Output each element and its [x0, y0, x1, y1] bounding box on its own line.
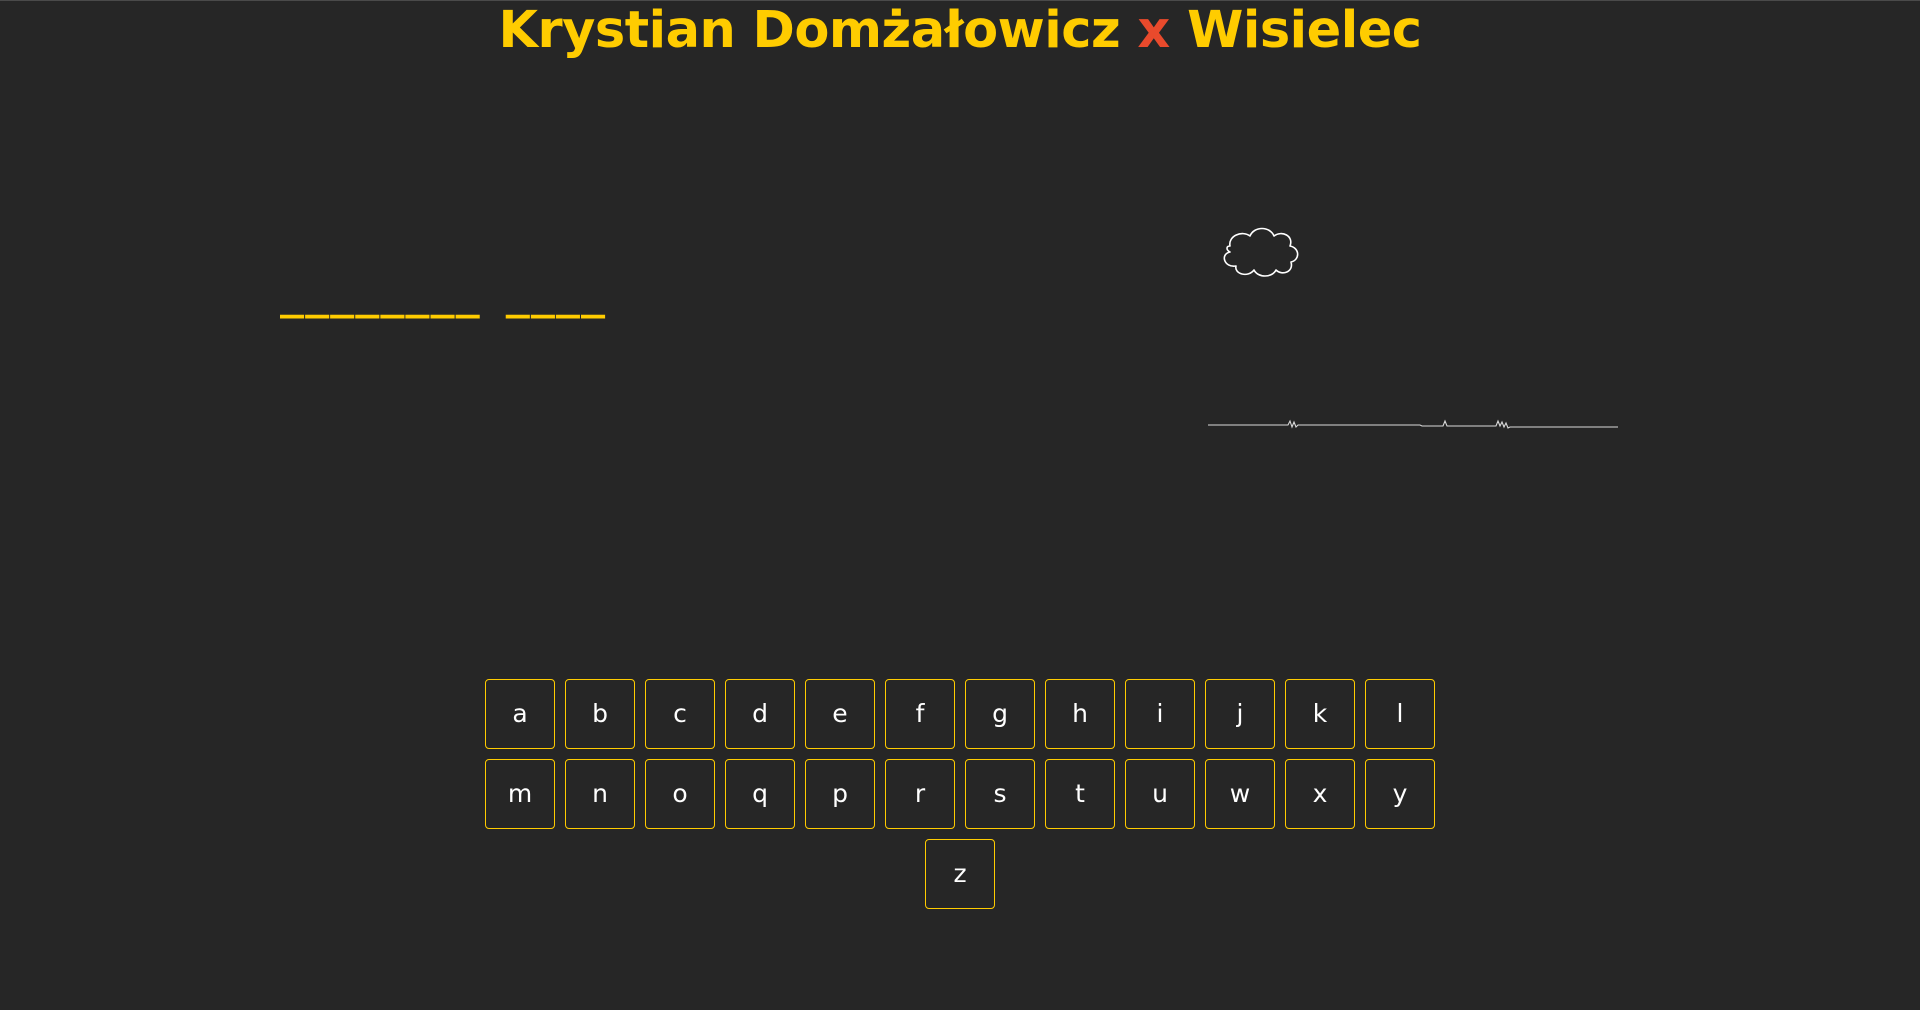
keyboard-row-3: z	[485, 839, 1435, 909]
title-separator: x	[1137, 1, 1170, 60]
letter-key-l[interactable]: l	[1365, 679, 1435, 749]
letter-key-a[interactable]: a	[485, 679, 555, 749]
letter-key-x[interactable]: x	[1285, 759, 1355, 829]
letter-key-r[interactable]: r	[885, 759, 955, 829]
letter-key-g[interactable]: g	[965, 679, 1035, 749]
letter-key-c[interactable]: c	[645, 679, 715, 749]
letter-key-z[interactable]: z	[925, 839, 995, 909]
letter-key-f[interactable]: f	[885, 679, 955, 749]
letter-key-k[interactable]: k	[1285, 679, 1355, 749]
letter-key-y[interactable]: y	[1365, 759, 1435, 829]
letter-key-t[interactable]: t	[1045, 759, 1115, 829]
letter-key-w[interactable]: w	[1205, 759, 1275, 829]
letter-key-j[interactable]: j	[1205, 679, 1275, 749]
letter-key-o[interactable]: o	[645, 759, 715, 829]
letter-key-p[interactable]: p	[805, 759, 875, 829]
keyboard-row-2: m n o q p r s t u w x y	[485, 759, 1435, 829]
masked-word: ________ ____	[280, 273, 607, 319]
letter-key-m[interactable]: m	[485, 759, 555, 829]
title-author: Krystian Domżałowicz	[498, 1, 1121, 60]
letter-key-d[interactable]: d	[725, 679, 795, 749]
keyboard-row-1: a b c d e f g h i j k l	[485, 679, 1435, 749]
letter-key-e[interactable]: e	[805, 679, 875, 749]
letter-key-n[interactable]: n	[565, 759, 635, 829]
cloud-icon	[1223, 227, 1299, 277]
letter-key-h[interactable]: h	[1045, 679, 1115, 749]
letter-key-q[interactable]: q	[725, 759, 795, 829]
letter-key-s[interactable]: s	[965, 759, 1035, 829]
title-game-name: Wisielec	[1187, 1, 1422, 60]
page-title: Krystian Domżałowicz x Wisielec	[0, 0, 1920, 62]
letter-key-b[interactable]: b	[565, 679, 635, 749]
letter-key-u[interactable]: u	[1125, 759, 1195, 829]
hangman-scene	[1208, 227, 1618, 429]
letter-key-i[interactable]: i	[1125, 679, 1195, 749]
ground-line	[1208, 419, 1618, 429]
